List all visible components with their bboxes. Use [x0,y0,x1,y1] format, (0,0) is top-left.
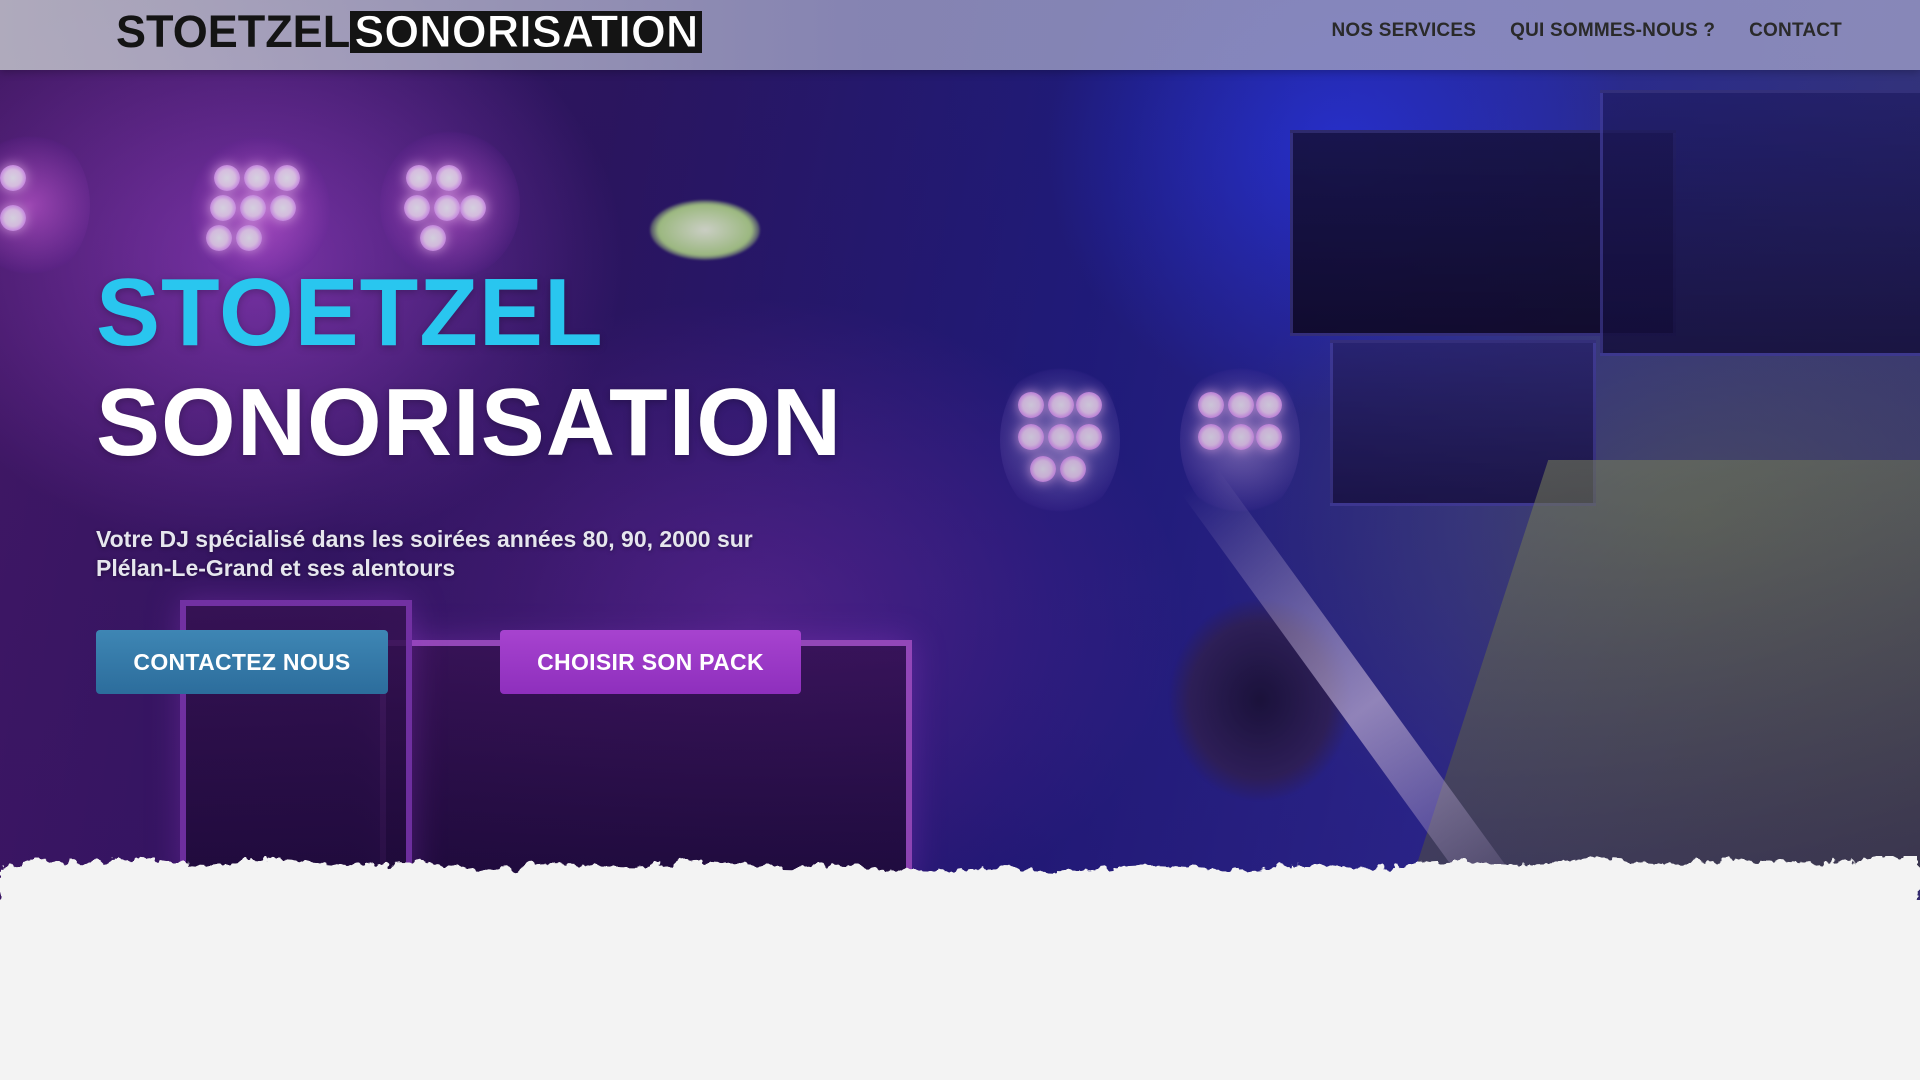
hero-title-sonorisation: SONORISATION [96,369,843,476]
logo-text-stoetzel: STOETZEL [116,6,351,57]
nav-link-contact[interactable]: CONTACT [1749,20,1842,42]
contactez-nous-button[interactable]: CONTACTEZ NOUS [96,630,388,694]
nav-link-qui-sommes-nous[interactable]: QUI SOMMES-NOUS ? [1510,20,1715,42]
site-header: STOETZEL SONORISATION NOS SERVICES QUI S… [0,0,1920,70]
main-navigation: NOS SERVICES QUI SOMMES-NOUS ? CONTACT [1332,20,1843,42]
page: STOETZEL SONORISATION NOS SERVICES QUI S… [0,0,1920,1080]
torn-paper-edge [0,856,1920,900]
nav-link-nos-services[interactable]: NOS SERVICES [1332,20,1477,42]
hero-subtitle: Votre DJ spécialisé dans les soirées ann… [96,525,816,583]
choisir-son-pack-button[interactable]: CHOISIR SON PACK [500,630,801,694]
hero-title-stoetzel: STOETZEL [96,259,604,366]
site-logo[interactable]: STOETZEL SONORISATION [116,6,703,57]
logo-text-sonorisation: SONORISATION [350,9,703,55]
hero-subtitle-line-1: Votre DJ spécialisé dans les soirées ann… [96,526,753,552]
hero-subtitle-line-2: Plélan-Le-Grand et ses alentours [96,555,456,581]
